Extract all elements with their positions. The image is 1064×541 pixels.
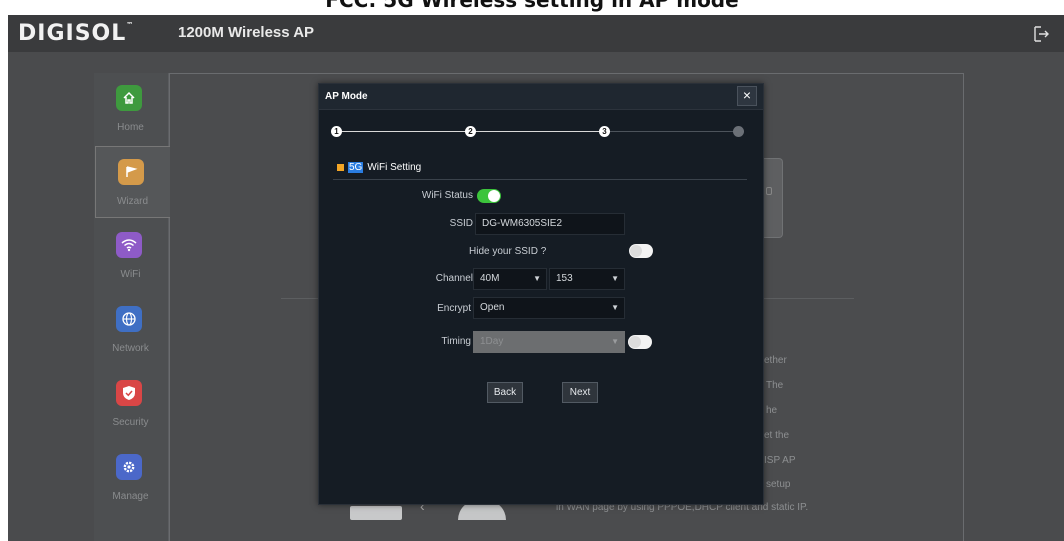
sidebar-item-manage[interactable]: Manage [94, 442, 169, 514]
screenshot-root: FCC: 5G Wireless setting in AP mode DIGI… [0, 0, 1064, 541]
timing-label: Timing [441, 336, 471, 347]
ssid-input[interactable]: DG-WM6305SIE2 [475, 213, 625, 235]
channel-value: 153 [556, 273, 573, 284]
step-2-indicator: 2 [465, 126, 476, 137]
ap-mode-dialog: AP Mode × 1 2 3 4 5G WiFi Setting WiFi S… [318, 83, 764, 505]
section-marker-icon [337, 164, 344, 171]
background-text-line: ISP AP [764, 455, 796, 466]
step-3-indicator: 3 [599, 126, 610, 137]
home-icon [116, 85, 142, 111]
section-band-label: 5G [348, 162, 364, 173]
section-title: 5G WiFi Setting [337, 162, 421, 173]
hide-ssid-toggle[interactable] [629, 244, 653, 258]
dialog-title: AP Mode [325, 91, 368, 102]
globe-icon [116, 306, 142, 332]
wizard-stepper: 1 2 3 4 [331, 126, 751, 138]
background-text-line: ether [764, 355, 787, 366]
logout-icon[interactable] [1032, 25, 1050, 43]
sidebar: Home Wizard WiFi Network Security Manage [94, 73, 170, 541]
sidebar-label: WiFi [120, 269, 141, 280]
dropdown-arrow-icon: ▼ [611, 337, 619, 346]
close-button[interactable]: × [737, 86, 757, 106]
bandwidth-select[interactable]: 40M ▼ [473, 268, 547, 290]
sidebar-item-wizard[interactable]: Wizard [95, 146, 170, 218]
encrypt-select[interactable]: Open ▼ [473, 297, 625, 319]
step-1-indicator: 1 [331, 126, 342, 137]
section-heading: WiFi Setting [367, 162, 422, 173]
timing-select[interactable]: 1Day ▼ [473, 331, 625, 353]
step-connector [337, 131, 472, 132]
section-divider [333, 179, 747, 180]
background-text-line: The [766, 380, 784, 391]
ssid-label: SSID [449, 218, 473, 229]
trademark-mark: ™ [126, 21, 135, 29]
sidebar-label: Manage [112, 491, 149, 502]
encrypt-label: Encrypt [437, 303, 471, 314]
next-button[interactable]: Next [562, 382, 598, 403]
channel-label: Channel [435, 273, 473, 284]
wifi-status-toggle[interactable] [477, 189, 501, 203]
sidebar-label: Home [117, 122, 144, 133]
step-4-indicator: 4 [733, 126, 744, 137]
sidebar-item-security[interactable]: Security [94, 368, 169, 440]
background-text-line: et the [764, 430, 790, 441]
sidebar-label: Network [112, 343, 149, 354]
background-text-line: setup [766, 479, 791, 490]
top-bar: DIGISOL™ 1200M Wireless AP [8, 15, 1064, 52]
product-name: 1200M Wireless AP [178, 24, 315, 41]
wifi-status-label: WiFi Status [421, 190, 473, 201]
flag-icon [118, 159, 144, 185]
wifi-icon [116, 232, 142, 258]
dropdown-arrow-icon: ▼ [611, 274, 619, 283]
dialog-header: AP Mode × [319, 84, 763, 110]
step-connector [605, 131, 739, 132]
dropdown-arrow-icon: ▼ [611, 303, 619, 312]
sidebar-item-home[interactable]: Home [94, 73, 169, 145]
page-caption: FCC: 5G Wireless setting in AP mode [325, 0, 739, 12]
encrypt-value: Open [480, 302, 505, 313]
logo-text: DIGISOL [18, 21, 127, 46]
step-connector [472, 131, 605, 132]
background-device-card [763, 158, 783, 238]
timing-toggle[interactable] [628, 335, 652, 349]
background-text-line: he [766, 405, 778, 416]
shield-icon [116, 380, 142, 406]
channel-select[interactable]: 153 ▼ [549, 268, 625, 290]
digisol-logo: DIGISOL™ [18, 21, 134, 46]
sidebar-item-network[interactable]: Network [94, 294, 169, 366]
sidebar-label: Wizard [116, 196, 149, 207]
sidebar-label: Security [112, 417, 149, 428]
gear-icon [116, 454, 142, 480]
hide-ssid-label: Hide your SSID ? [469, 246, 547, 257]
bandwidth-value: 40M [480, 273, 500, 284]
back-button[interactable]: Back [487, 382, 523, 403]
timing-value: 1Day [480, 336, 504, 347]
sidebar-item-wifi[interactable]: WiFi [94, 220, 169, 292]
background-device-illustration [350, 506, 402, 520]
dropdown-arrow-icon: ▼ [533, 274, 541, 283]
